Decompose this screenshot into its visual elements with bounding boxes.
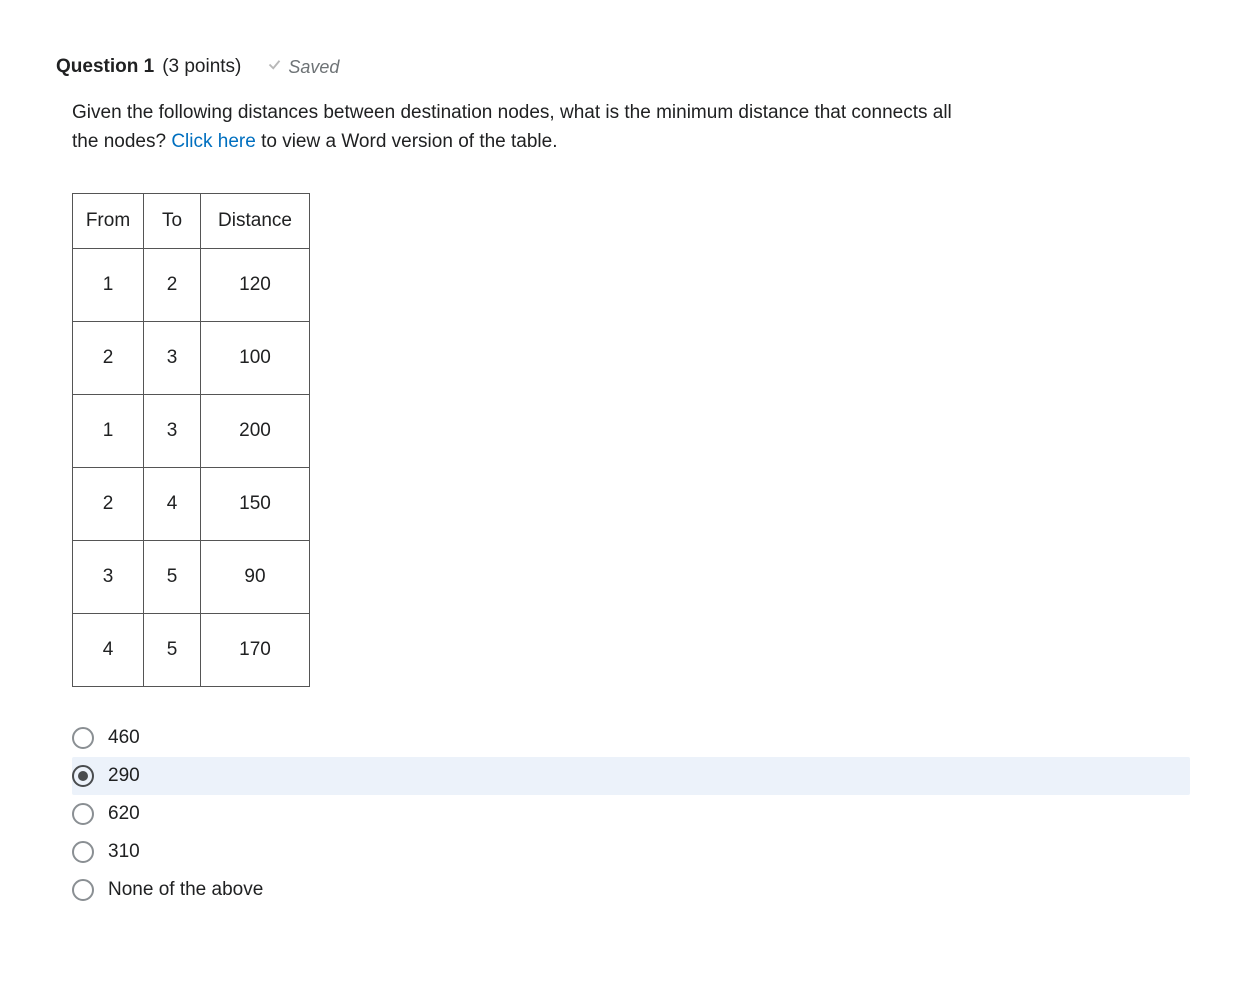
table-row: 23100 [73,321,310,394]
table-cell: 1 [73,394,144,467]
option-label: None of the above [108,879,263,901]
answer-option[interactable]: None of the above [72,871,1170,909]
table-cell: 2 [73,467,144,540]
option-label: 620 [108,803,140,825]
saved-label: Saved [288,57,339,78]
table-body: 12120231001320024150359045170 [73,248,310,686]
table-cell: 4 [144,467,201,540]
saved-indicator: Saved [267,56,339,78]
option-label: 460 [108,727,140,749]
table-row: 13200 [73,394,310,467]
table-cell: 5 [144,540,201,613]
col-header-distance: Distance [201,193,310,248]
table-cell: 150 [201,467,310,540]
answer-option[interactable]: 460 [72,719,1170,757]
table-cell: 5 [144,613,201,686]
table-cell: 100 [201,321,310,394]
table-row: 24150 [73,467,310,540]
answer-option[interactable]: 620 [72,795,1170,833]
question-title: Question 1 [56,56,154,78]
prompt-text-after: to view a Word version of the table. [256,131,558,152]
answer-option[interactable]: 310 [72,833,1170,871]
table-cell: 4 [73,613,144,686]
distance-table: From To Distance 12120231001320024150359… [72,193,310,687]
col-header-from: From [73,193,144,248]
table-cell: 2 [73,321,144,394]
table-cell: 170 [201,613,310,686]
radio-button[interactable] [72,841,94,863]
table-cell: 3 [144,321,201,394]
table-cell: 1 [73,248,144,321]
radio-dot-icon [78,771,88,781]
table-cell: 3 [144,394,201,467]
option-label: 290 [108,765,140,787]
table-row: 3590 [73,540,310,613]
option-label: 310 [108,841,140,863]
answer-options: 460 290 620 310 None of the above [72,719,1170,909]
radio-button[interactable] [72,803,94,825]
table-cell: 2 [144,248,201,321]
radio-button[interactable] [72,765,94,787]
table-cell: 200 [201,394,310,467]
answer-option[interactable]: 290 [72,757,1190,795]
question-points: (3 points) [162,56,241,78]
check-icon [267,56,282,78]
view-word-link[interactable]: Click here [171,131,255,152]
table-row: 12120 [73,248,310,321]
table-row: 45170 [73,613,310,686]
radio-button[interactable] [72,727,94,749]
col-header-to: To [144,193,201,248]
question-prompt: Given the following distances between de… [72,98,952,157]
table-header-row: From To Distance [73,193,310,248]
table-cell: 3 [73,540,144,613]
table-cell: 120 [201,248,310,321]
table-cell: 90 [201,540,310,613]
radio-button[interactable] [72,879,94,901]
